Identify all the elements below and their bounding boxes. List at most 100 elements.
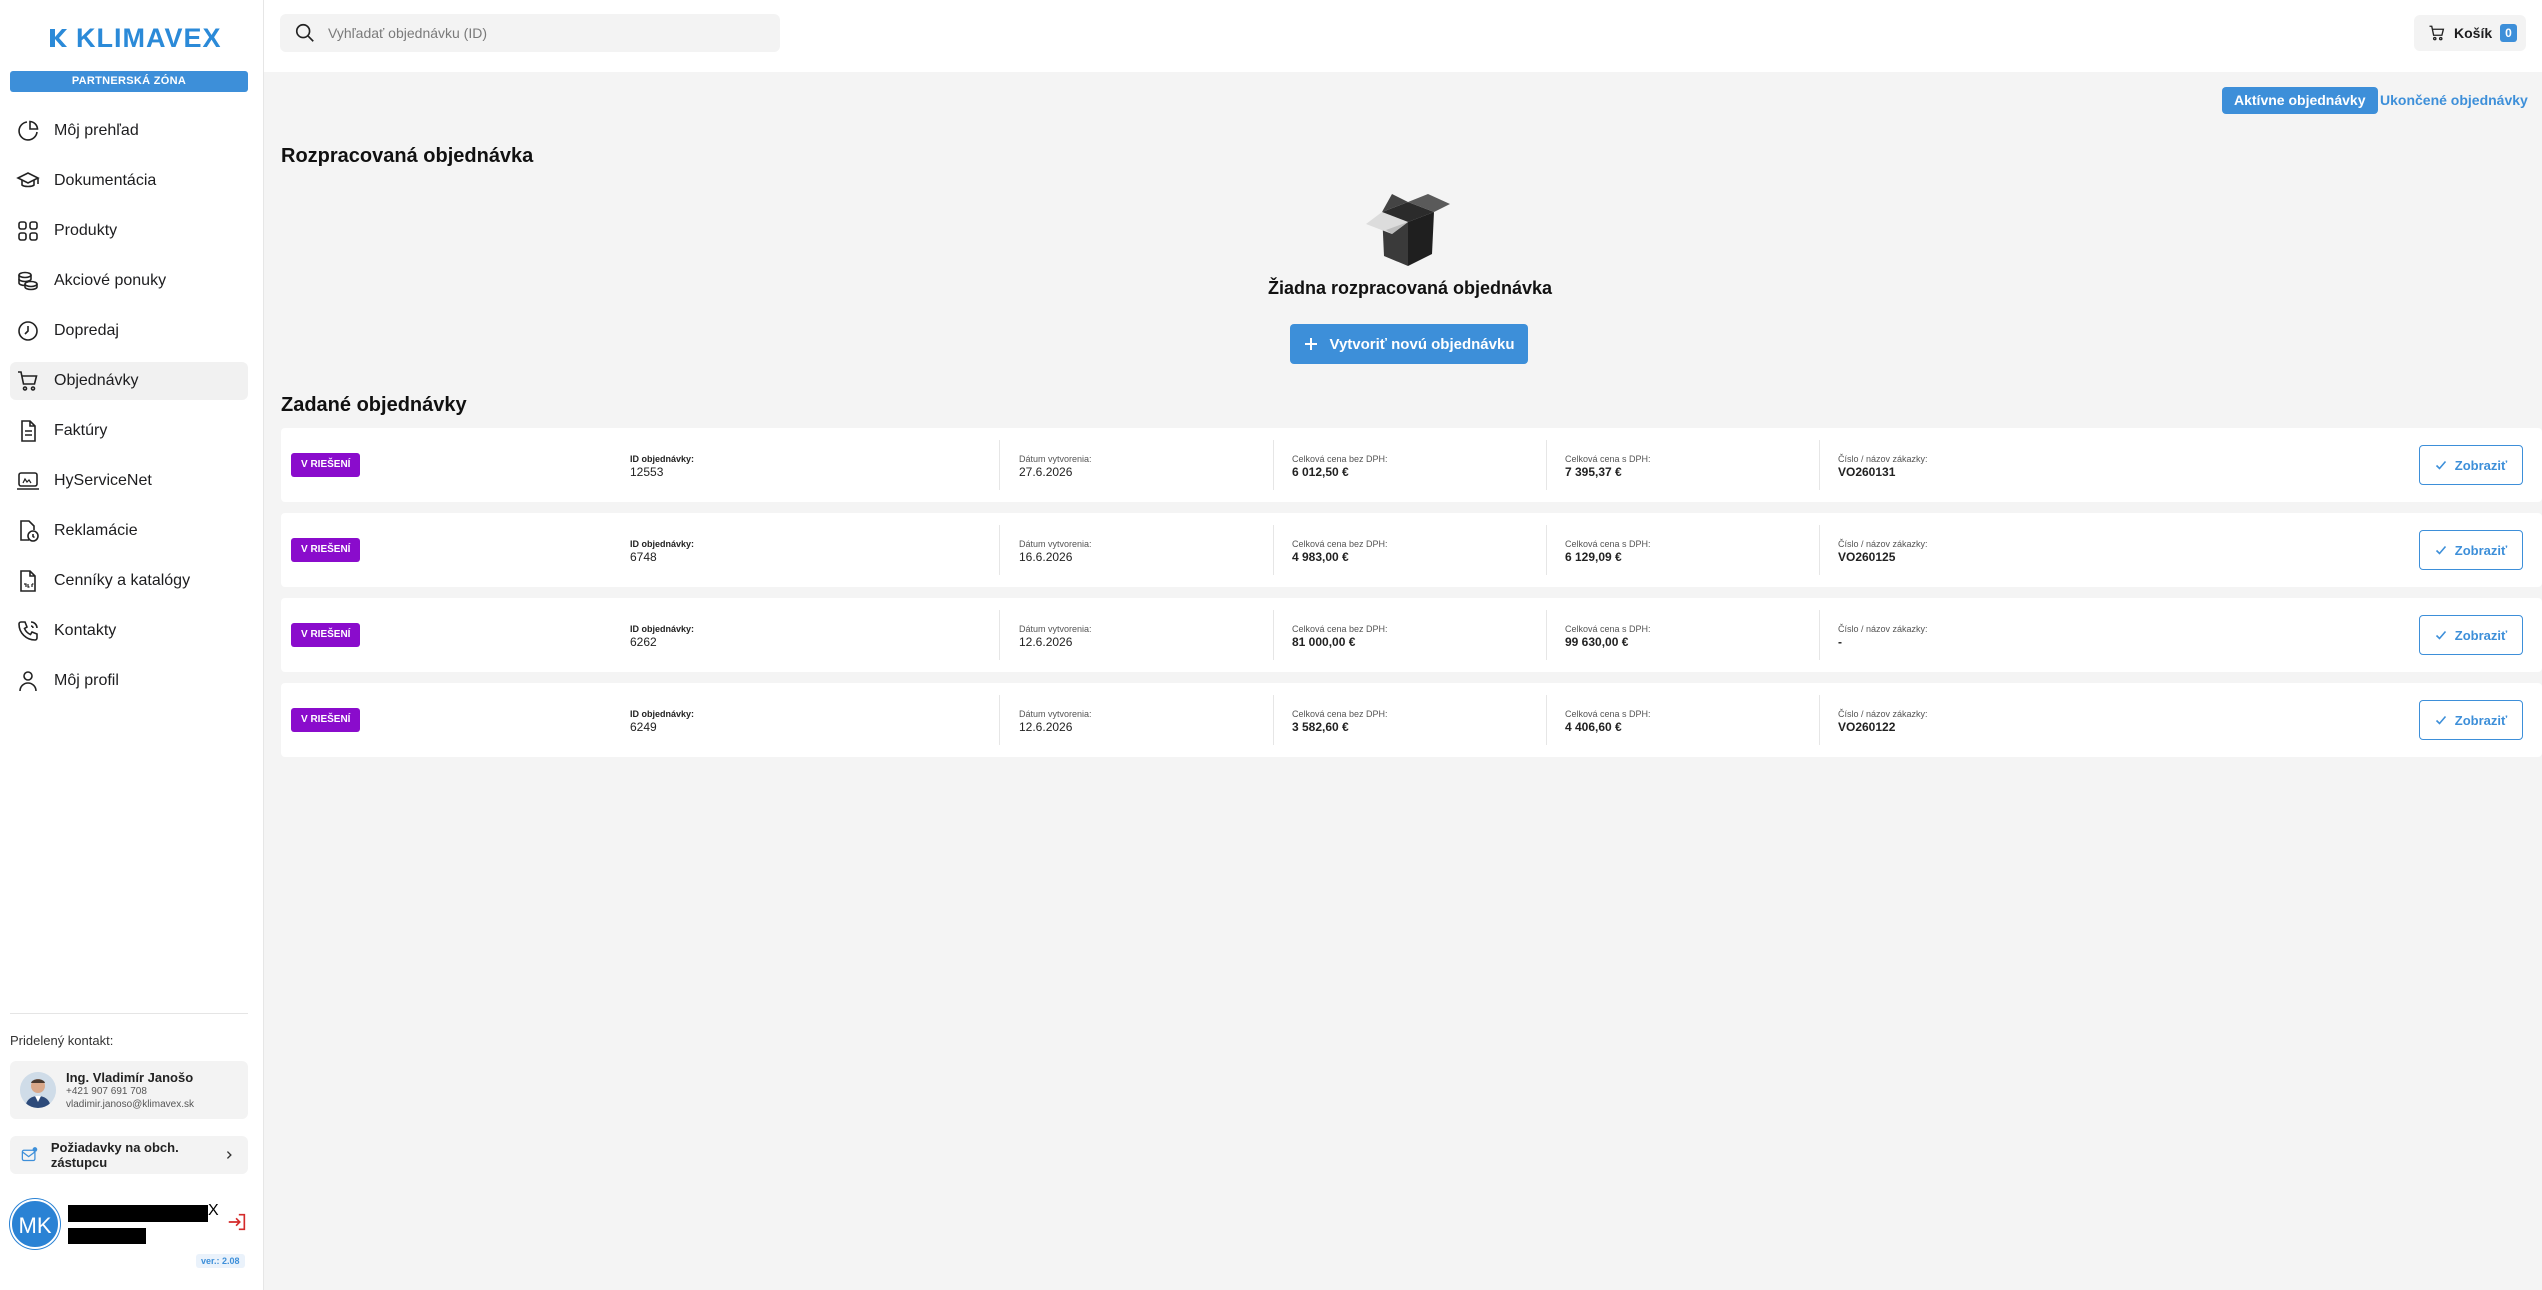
sidebar-item-hyservicenet[interactable]: HyServiceNet (10, 462, 248, 500)
sidebar-item-label: Môj profil (54, 672, 119, 689)
order-date-value: 27.6.2026 (1019, 465, 1073, 479)
sidebar-item-cenniky[interactable]: Cenníky a katalógy (10, 562, 248, 600)
sidebar-item-label: Cenníky a katalógy (54, 572, 191, 589)
order-row: V RIEŠENÍ ID objednávky: 6748 Dátum vytv… (281, 513, 2542, 587)
contact-info: Ing. Vladimír Janošo +421 907 691 708 vl… (66, 1070, 194, 1111)
order-date-label: Dátum vytvorenia: (1019, 624, 1092, 634)
status-badge: V RIEŠENÍ (291, 708, 361, 732)
check-icon (2435, 715, 2446, 725)
order-date-cell: Dátum vytvorenia: 12.6.2026 (1019, 624, 1092, 649)
person-photo-icon (20, 1072, 56, 1108)
column-divider (999, 440, 1000, 490)
order-id-label: ID objednávky: (630, 624, 695, 634)
column-divider (1819, 525, 1820, 575)
version-badge: ver.: 2.08 (196, 1254, 245, 1268)
tab-active-orders[interactable]: Aktívne objednávky (2222, 87, 2378, 114)
column-divider (1819, 610, 1820, 660)
order-gross-value: 99 630,00 € (1565, 635, 1629, 649)
sidebar-item-reklamacie[interactable]: Reklamácie (10, 512, 248, 550)
submitted-orders-title: Zadané objednávky (281, 394, 467, 416)
order-ref-value: - (1838, 635, 1842, 649)
check-icon (2435, 460, 2446, 470)
order-date-value: 16.6.2026 (1019, 550, 1073, 564)
order-gross-cell: Celková cena s DPH: 99 630,00 € (1565, 624, 1651, 649)
order-ref-cell: Číslo / názov zákazky: VO260125 (1838, 539, 1928, 564)
order-date-label: Dátum vytvorenia: (1019, 454, 1092, 464)
cart-button[interactable]: Košík 0 (2414, 15, 2526, 51)
column-divider (1273, 525, 1274, 575)
order-date-cell: Dátum vytvorenia: 16.6.2026 (1019, 539, 1092, 564)
cart-icon (18, 371, 38, 391)
order-ref-value: VO260122 (1838, 720, 1896, 734)
pdf-file-icon (20, 570, 36, 592)
logout-icon[interactable] (226, 1211, 248, 1233)
contact-avatar (20, 1072, 56, 1108)
clock-icon (18, 321, 38, 341)
sidebar-item-label: Môj prehľad (54, 122, 139, 139)
view-order-label: Zobraziť (2454, 712, 2508, 728)
column-divider (999, 610, 1000, 660)
sidebar-item-profil[interactable]: Môj profil (10, 662, 248, 700)
cart-count-badge: 0 (2500, 24, 2517, 42)
order-ref-value: VO260125 (1838, 550, 1896, 564)
sidebar-item-faktury[interactable]: Faktúry (10, 412, 248, 450)
sidebar-item-produkty[interactable]: Produkty (10, 212, 248, 250)
chevron-right-icon (226, 1151, 232, 1159)
column-divider (1819, 440, 1820, 490)
order-search[interactable] (280, 14, 780, 52)
order-gross-label: Celková cena s DPH: (1565, 624, 1651, 634)
view-order-button[interactable]: Zobraziť (2419, 615, 2523, 655)
mail-icon (21, 1147, 38, 1162)
column-divider (1546, 525, 1547, 575)
tab-finished-orders[interactable]: Ukončené objednávky (2374, 87, 2534, 114)
sales-rep-requests-button[interactable]: Požiadavky na obch. zástupcu (10, 1136, 248, 1174)
order-date-cell: Dátum vytvorenia: 12.6.2026 (1019, 709, 1092, 734)
grid-icon (18, 221, 38, 241)
status-badge: V RIEŠENÍ (291, 538, 361, 562)
sidebar-item-objednavky[interactable]: Objednávky (10, 362, 248, 400)
contact-name: Ing. Vladimír Janošo (66, 1069, 194, 1085)
sidebar-item-dopredaj[interactable]: Dopredaj (10, 312, 248, 350)
sidebar-item-dokumentacia[interactable]: Dokumentácia (10, 162, 248, 200)
order-net-cell: Celková cena bez DPH: 6 012,50 € (1292, 454, 1388, 479)
create-order-button[interactable]: Vytvoriť novú objednávku (1290, 324, 1528, 364)
check-icon (2435, 630, 2446, 640)
sidebar-nav: Môj prehľad Dokumentácia Produkty Akciov… (10, 112, 248, 712)
sidebar-item-label: Dokumentácia (54, 172, 157, 189)
order-net-label: Celková cena bez DPH: (1292, 624, 1388, 634)
order-date-value: 12.6.2026 (1019, 635, 1073, 649)
order-ref-cell: Číslo / názov zákazky: VO260122 (1838, 709, 1928, 734)
order-date-label: Dátum vytvorenia: (1019, 539, 1092, 549)
empty-box-icon (1366, 194, 1450, 266)
contact-phone: +421 907 691 708 (66, 1085, 147, 1097)
column-divider (1819, 695, 1820, 745)
contact-email: vladimir.janoso@klimavex.sk (66, 1098, 194, 1110)
order-row: V RIEŠENÍ ID objednávky: 6262 Dátum vytv… (281, 598, 2542, 672)
klimavex-logo[interactable]: KLIMAVEX (48, 22, 222, 54)
column-divider (1546, 440, 1547, 490)
view-order-label: Zobraziť (2454, 542, 2508, 558)
coins-icon (18, 271, 38, 291)
view-order-button[interactable]: Zobraziť (2419, 445, 2523, 485)
cart-label: Košík (2454, 25, 2493, 41)
order-row: V RIEŠENÍ ID objednávky: 12553 Dátum vyt… (281, 428, 2542, 502)
view-order-button[interactable]: Zobraziť (2419, 700, 2523, 740)
order-net-value: 3 582,60 € (1292, 720, 1349, 734)
sidebar: KLIMAVEX PARTNERSKÁ ZÓNA Môj prehľad Dok… (0, 0, 264, 1290)
order-id-label: ID objednávky: (630, 709, 695, 719)
search-input[interactable] (328, 25, 748, 41)
view-order-label: Zobraziť (2454, 627, 2508, 643)
sidebar-item-kontakty[interactable]: Kontakty (10, 612, 248, 650)
status-badge: V RIEŠENÍ (291, 453, 361, 477)
sidebar-item-prehlad[interactable]: Môj prehľad (10, 112, 248, 150)
check-icon (2435, 545, 2446, 555)
order-ref-label: Číslo / názov zákazky: (1838, 624, 1928, 634)
assigned-contact-card[interactable]: Ing. Vladimír Janošo +421 907 691 708 vl… (10, 1061, 248, 1119)
view-order-button[interactable]: Zobraziť (2419, 530, 2523, 570)
order-date-cell: Dátum vytvorenia: 27.6.2026 (1019, 454, 1092, 479)
redacted-user-company (68, 1228, 146, 1244)
order-net-label: Celková cena bez DPH: (1292, 454, 1388, 464)
column-divider (999, 525, 1000, 575)
sidebar-item-akciove-ponuky[interactable]: Akciové ponuky (10, 262, 248, 300)
user-avatar[interactable]: MK (10, 1199, 60, 1249)
